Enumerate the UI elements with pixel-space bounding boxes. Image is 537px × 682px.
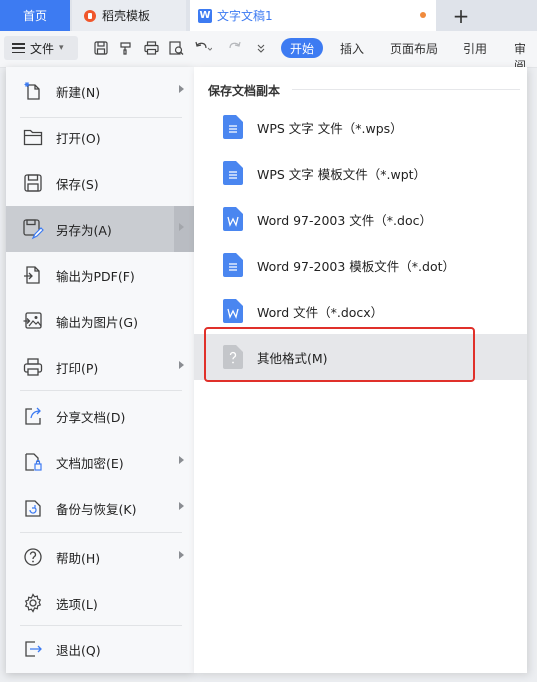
save-as-option-label: Word 97-2003 模板文件（*.dot）: [257, 258, 456, 274]
menu-item-label: 另存为(A): [56, 222, 112, 238]
menu-item-label: 输出为PDF(F): [56, 268, 135, 284]
menu-divider: [20, 532, 182, 533]
wps-file-icon: [223, 115, 243, 139]
new-document-icon: [22, 80, 44, 102]
save-as-doc[interactable]: Word 97-2003 文件（*.doc）: [194, 196, 527, 242]
menu-item-encrypt[interactable]: 文档加密(E): [6, 439, 194, 485]
submenu-header-divider: [292, 89, 520, 90]
save-as-wpt[interactable]: WPS 文字 模板文件（*.wpt）: [194, 150, 527, 196]
submenu-arrow-icon: [179, 456, 184, 464]
redo-icon[interactable]: [226, 39, 244, 57]
toolbar: 文件 ▾ 开始 插入 页面布局 引用 审阅: [0, 31, 537, 73]
ribbon-tab-insert[interactable]: 插入: [340, 40, 364, 57]
docer-logo-icon: [84, 9, 96, 22]
menu-item-label: 新建(N): [56, 84, 101, 100]
menu-item-label: 打印(P): [56, 360, 99, 376]
more-chevron-icon[interactable]: [252, 39, 270, 57]
print-preview-icon[interactable]: [167, 39, 185, 57]
word-template-icon: [223, 253, 243, 277]
menu-item-export-pdf[interactable]: 输出为PDF(F): [6, 252, 194, 298]
menu-item-backup-restore[interactable]: 备份与恢复(K): [6, 485, 194, 531]
menu-item-open[interactable]: 打开(O): [6, 114, 194, 160]
wps-template-icon: [223, 161, 243, 185]
unsaved-dot-icon: [420, 12, 426, 18]
menu-item-print[interactable]: 打印(P): [6, 344, 194, 390]
plus-icon: +: [452, 3, 470, 28]
menu-item-label: 文档加密(E): [56, 455, 124, 471]
save-icon: [22, 172, 44, 194]
submenu-arrow-icon: [179, 361, 184, 369]
submenu-arrow-icon: [179, 551, 184, 559]
tab-templates-label: 稻壳模板: [102, 9, 151, 23]
menu-item-help[interactable]: 帮助(H): [6, 534, 194, 580]
tab-document[interactable]: W 文字文稿1: [190, 0, 436, 31]
menu-item-label: 选项(L): [56, 596, 98, 612]
backup-restore-icon: [22, 497, 44, 519]
submenu-arrow-area: [174, 206, 194, 252]
ribbon-tab-page-layout[interactable]: 页面布局: [390, 40, 438, 57]
file-menu-button[interactable]: 文件 ▾: [4, 36, 78, 60]
tab-home-label: 首页: [22, 9, 47, 23]
file-menu-panel: 新建(N) 打开(O) 保存(S) 另存为(A) 输出为PDF(F) 输出为图片…: [6, 67, 194, 673]
save-as-option-label: Word 文件（*.docx）: [257, 304, 384, 320]
menu-item-save-as[interactable]: 另存为(A): [6, 206, 194, 252]
file-menu-label: 文件: [30, 41, 55, 56]
menu-divider: [20, 390, 182, 391]
save-icon[interactable]: [92, 39, 110, 57]
tab-templates[interactable]: 稻壳模板: [72, 0, 186, 31]
exit-icon: [22, 638, 44, 660]
submenu-header: 保存文档副本: [208, 84, 281, 98]
menu-item-label: 保存(S): [56, 176, 99, 192]
new-tab-button[interactable]: +: [446, 0, 476, 31]
encrypt-document-icon: [22, 451, 44, 473]
submenu-arrow-icon: [179, 85, 184, 93]
word-doc-icon: [223, 207, 243, 231]
tab-document-label: 文字文稿1: [217, 9, 273, 23]
hamburger-icon: [12, 43, 25, 53]
save-as-dot[interactable]: Word 97-2003 模板文件（*.dot）: [194, 242, 527, 288]
print-icon[interactable]: [142, 39, 160, 57]
menu-item-label: 打开(O): [56, 130, 101, 146]
menu-item-label: 退出(Q): [56, 642, 101, 658]
export-image-icon: [22, 310, 44, 332]
menu-item-save[interactable]: 保存(S): [6, 160, 194, 206]
tab-bar: 首页 稻壳模板 W 文字文稿1 +: [0, 0, 537, 31]
tab-home[interactable]: 首页: [0, 0, 70, 31]
save-as-icon: [22, 218, 44, 240]
folder-open-icon: [22, 126, 44, 148]
menu-item-label: 输出为图片(G): [56, 314, 138, 330]
menu-item-export-image[interactable]: 输出为图片(G): [6, 298, 194, 344]
save-as-wps[interactable]: WPS 文字 文件（*.wps）: [194, 104, 527, 150]
save-as-option-label: Word 97-2003 文件（*.doc）: [257, 212, 432, 228]
menu-item-options[interactable]: 选项(L): [6, 580, 194, 626]
ribbon-tab-start-label: 开始: [289, 41, 314, 56]
gear-icon: [22, 592, 44, 614]
word-docx-icon: [223, 299, 243, 323]
share-icon: [22, 405, 44, 427]
save-as-option-label: WPS 文字 模板文件（*.wpt）: [257, 166, 427, 182]
printer-icon: [22, 356, 44, 378]
wps-writer-icon: W: [198, 8, 212, 23]
menu-item-label: 备份与恢复(K): [56, 501, 137, 517]
menu-item-new[interactable]: 新建(N): [6, 68, 194, 114]
submenu-arrow-icon: [179, 502, 184, 510]
menu-item-share[interactable]: 分享文档(D): [6, 393, 194, 439]
format-painter-icon[interactable]: [117, 39, 135, 57]
annotation-highlight-box: [204, 327, 475, 382]
help-icon: [22, 546, 44, 568]
menu-item-label: 分享文档(D): [56, 409, 126, 425]
ribbon-tab-start[interactable]: 开始: [281, 38, 323, 58]
undo-icon[interactable]: [194, 39, 212, 57]
menu-item-label: 帮助(H): [56, 550, 101, 566]
chevron-down-icon: ▾: [59, 43, 64, 53]
submenu-arrow-icon: [179, 223, 184, 231]
ribbon-tab-references[interactable]: 引用: [463, 40, 487, 57]
export-pdf-icon: [22, 264, 44, 286]
menu-item-exit[interactable]: 退出(Q): [6, 626, 194, 672]
save-as-option-label: WPS 文字 文件（*.wps）: [257, 120, 403, 136]
